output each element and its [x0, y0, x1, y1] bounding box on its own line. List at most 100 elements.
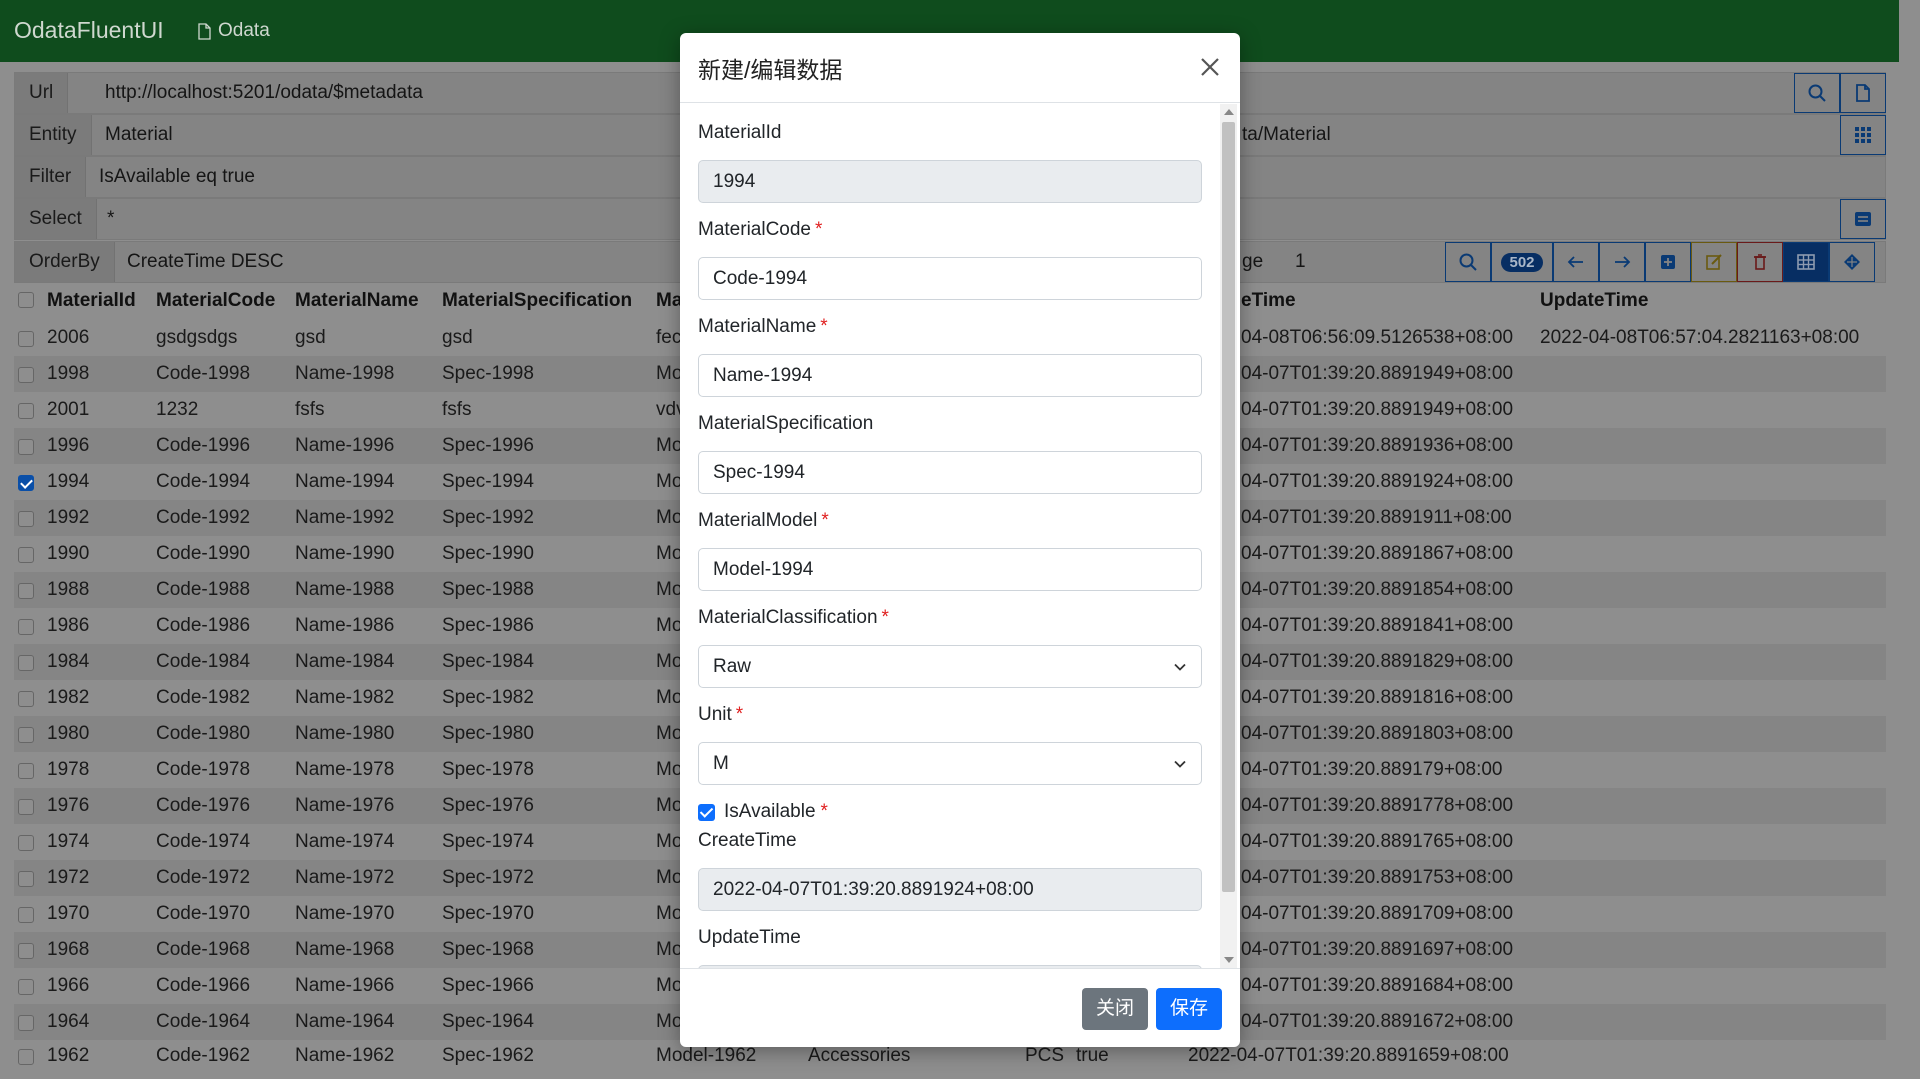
materialid-label: MaterialId	[698, 122, 782, 143]
row-checkbox[interactable]	[18, 1015, 34, 1031]
row-checkbox[interactable]	[18, 1049, 34, 1065]
row-checkbox[interactable]	[18, 799, 34, 815]
unit-select[interactable]: M	[698, 742, 1202, 785]
materialmodel-input[interactable]: Model-1994	[698, 548, 1202, 591]
query-search-button[interactable]	[1445, 242, 1491, 282]
cell-code: Code-1972	[156, 867, 251, 888]
row-checkbox[interactable]	[18, 907, 34, 923]
scroll-down-arrow-icon[interactable]	[1224, 957, 1234, 963]
app-title[interactable]: OdataFluentUI	[14, 17, 164, 44]
next-page-button[interactable]	[1599, 242, 1645, 282]
edit-dialog: 新建/编辑数据 MaterialId 1994 MaterialCode * Co…	[680, 33, 1240, 1047]
required-mark: *	[820, 801, 828, 822]
row-checkbox[interactable]	[18, 583, 34, 599]
cell-code: Code-1978	[156, 759, 251, 780]
row-checkbox[interactable]	[18, 943, 34, 959]
entity-input[interactable]: Material	[105, 115, 173, 155]
row-checkbox[interactable]	[18, 763, 34, 779]
cell-spec: Spec-1990	[442, 543, 534, 564]
row-checkbox[interactable]	[18, 835, 34, 851]
cell-createtime: 04-07T01:39:20.8891697+08:00	[1241, 939, 1514, 960]
cell-spec: Spec-1998	[442, 363, 534, 384]
row-checkbox[interactable]	[18, 619, 34, 635]
row-checkbox[interactable]	[18, 979, 34, 995]
cell-id: 1962	[47, 1045, 90, 1066]
row-checkbox[interactable]	[18, 439, 34, 455]
updatetime-label: UpdateTime	[698, 927, 801, 948]
cell-id: 1968	[47, 939, 90, 960]
select-all-checkbox[interactable]	[18, 292, 34, 308]
createtime-label: CreateTime	[698, 830, 797, 851]
row-checkbox[interactable]	[18, 403, 34, 419]
url-input[interactable]: http://localhost:5201/odata/$metadata	[105, 73, 423, 113]
required-mark: *	[735, 704, 744, 725]
createtime-input[interactable]: 2022-04-07T01:39:20.8891924+08:00	[698, 868, 1202, 911]
row-checkbox[interactable]	[18, 655, 34, 671]
metadata-button[interactable]	[1840, 73, 1886, 113]
page-input[interactable]: 1	[1295, 242, 1306, 282]
materialcode-input[interactable]: Code-1994	[698, 257, 1202, 300]
isavailable-checkbox[interactable]	[698, 803, 715, 821]
prev-page-button[interactable]	[1553, 242, 1599, 282]
count-box: 502	[1491, 242, 1553, 282]
dialog-scrollbar[interactable]	[1220, 104, 1237, 968]
entity-grid-button[interactable]	[1840, 115, 1886, 155]
add-button[interactable]	[1645, 242, 1691, 282]
cell-createtime: 04-08T06:56:09.5126538+08:00	[1241, 327, 1514, 348]
row-checkbox[interactable]	[18, 331, 34, 347]
row-checkbox[interactable]	[18, 727, 34, 743]
select-input[interactable]: *	[107, 199, 114, 239]
isavailable-label[interactable]: IsAvailable	[724, 801, 816, 823]
col-header-materialid[interactable]: MaterialId	[47, 290, 136, 312]
search-url-button[interactable]	[1794, 73, 1840, 113]
materialspec-input[interactable]: Spec-1994	[698, 451, 1202, 494]
cell-code: Code-1962	[156, 1045, 251, 1066]
cell-model: Mo	[656, 867, 683, 888]
cell-createtime: 04-07T01:39:20.889179+08:00	[1241, 759, 1503, 780]
cell-createtime: 04-07T01:39:20.8891765+08:00	[1241, 831, 1514, 852]
table-view-button[interactable]	[1783, 242, 1829, 282]
row-checkbox[interactable]	[18, 475, 34, 491]
dialog-body: MaterialId 1994 MaterialCode * Code-1994 …	[680, 104, 1240, 968]
save-button[interactable]: 保存	[1155, 988, 1222, 1030]
col-header-materialname[interactable]: MaterialName	[295, 290, 419, 312]
delete-button[interactable]	[1737, 242, 1783, 282]
row-checkbox[interactable]	[18, 691, 34, 707]
count-badge: 502	[1501, 252, 1543, 272]
plus-square-icon	[1661, 255, 1675, 269]
materialclass-select[interactable]: Raw	[698, 645, 1202, 688]
select-label: Select	[15, 199, 97, 239]
materialcode-label-group: MaterialCode *	[698, 219, 822, 241]
cell-name: Name-1970	[295, 903, 395, 924]
materialclass-label: MaterialClassification	[698, 607, 878, 628]
col-header-createtime[interactable]: eTime	[1241, 290, 1296, 312]
cell-createtime: 04-07T01:39:20.8891911+08:00	[1241, 507, 1512, 528]
materialid-input[interactable]: 1994	[698, 160, 1202, 203]
col-header-updatetime[interactable]: UpdateTime	[1540, 290, 1648, 312]
cell-code: Code-1998	[156, 363, 251, 384]
close-icon[interactable]	[1196, 53, 1224, 81]
dialog-header: 新建/编辑数据	[680, 33, 1240, 103]
edit-button[interactable]	[1691, 242, 1737, 282]
filter-input[interactable]: IsAvailable eq true	[99, 157, 255, 197]
row-checkbox[interactable]	[18, 547, 34, 563]
row-checkbox[interactable]	[18, 511, 34, 527]
select-fields-button[interactable]	[1840, 199, 1886, 239]
cell-id: 1990	[47, 543, 90, 564]
close-button[interactable]: 关闭	[1081, 988, 1148, 1030]
cell-name: gsd	[295, 327, 326, 348]
nav-link-odata[interactable]: Odata	[197, 20, 270, 42]
row-checkbox[interactable]	[18, 367, 34, 383]
cell-name: Name-1972	[295, 867, 395, 888]
materialname-input[interactable]: Name-1994	[698, 354, 1202, 397]
orderby-input[interactable]: CreateTime DESC	[127, 242, 284, 282]
col-header-materialcode[interactable]: MaterialCode	[156, 290, 275, 312]
edit-icon	[1706, 254, 1722, 270]
row-checkbox[interactable]	[18, 871, 34, 887]
card-view-button[interactable]	[1829, 242, 1875, 282]
col-header-materialspec[interactable]: MaterialSpecification	[442, 290, 632, 312]
chevron-down-icon	[1174, 760, 1186, 768]
scroll-thumb[interactable]	[1222, 122, 1235, 892]
scroll-up-arrow-icon[interactable]	[1224, 109, 1234, 115]
col-header-materialmodel[interactable]: Ma	[656, 290, 682, 312]
